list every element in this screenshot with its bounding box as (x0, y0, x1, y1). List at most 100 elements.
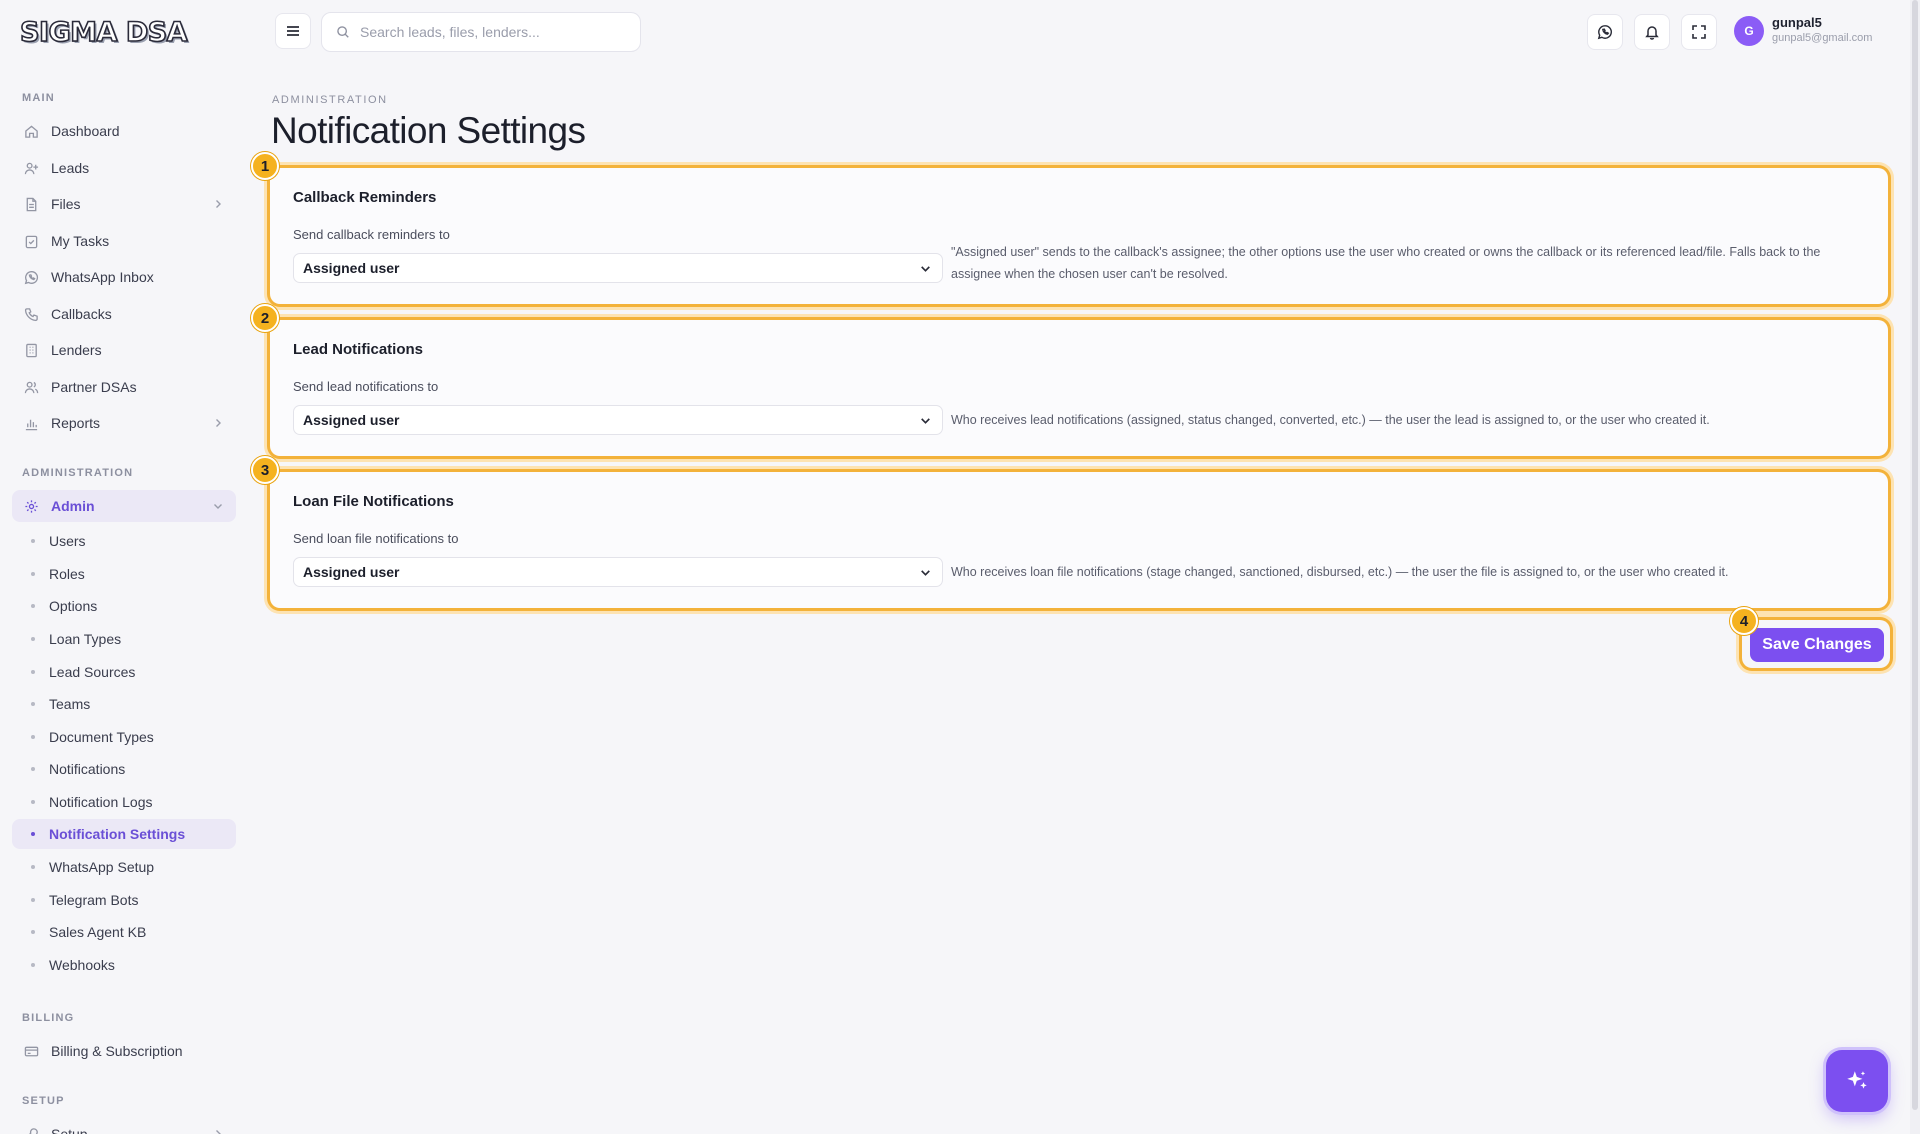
app-logo[interactable]: SIGMA DSA (19, 14, 188, 50)
bullet-dot (31, 637, 35, 641)
sidebar-subitem-teams[interactable]: Teams (12, 689, 236, 719)
sidebar-item-reports[interactable]: Reports (12, 407, 236, 439)
sidebar-subitem-document-types[interactable]: Document Types (12, 722, 236, 752)
sidebar-item-label: WhatsApp Inbox (51, 269, 154, 285)
chevron-right-icon (216, 200, 221, 208)
sidebar: SIGMA DSA MAIN Dashboard Leads Files My … (0, 0, 246, 1134)
sidebar-subitem-sales-agent-kb[interactable]: Sales Agent KB (12, 917, 236, 947)
sidebar-subitem-label: Notification Logs (49, 794, 153, 810)
fullscreen-button[interactable] (1681, 14, 1717, 50)
sidebar-item-setup[interactable]: Setup (12, 1118, 236, 1134)
sidebar-item-partner-dsas[interactable]: Partner DSAs (12, 371, 236, 403)
bar-chart-icon (23, 415, 39, 431)
step-badge: 2 (251, 304, 279, 332)
sidebar-item-label: Files (51, 196, 81, 212)
chevron-down-icon (919, 262, 932, 275)
sidebar-item-lenders[interactable]: Lenders (12, 334, 236, 366)
avatar[interactable]: G (1734, 16, 1764, 46)
chevron-right-icon (216, 419, 221, 427)
chevron-down-icon (919, 566, 932, 579)
card-title: Lead Notifications (293, 341, 424, 358)
sidebar-subitem-label: Telegram Bots (49, 892, 139, 908)
callback-recipient-select[interactable]: Assigned user (293, 253, 943, 283)
sidebar-subitem-label: Teams (49, 696, 91, 712)
sidebar-item-admin[interactable]: Admin (12, 490, 236, 522)
bullet-dot (31, 735, 35, 739)
field-help-text: Who receives loan file notifications (st… (951, 565, 1729, 579)
sidebar-subitem-label: Users (49, 533, 86, 549)
ai-assistant-button[interactable] (1826, 1050, 1888, 1112)
bullet-dot (31, 767, 35, 771)
field-help-text: "Assigned user" sends to the callback's … (951, 245, 1821, 281)
sidebar-subitem-label: Loan Types (49, 631, 122, 647)
credit-card-icon (23, 1043, 39, 1059)
field-label: Send callback reminders to (293, 227, 450, 242)
sidebar-item-label: Billing & Subscription (51, 1043, 183, 1059)
chevron-down-icon (919, 414, 932, 427)
sidebar-subitem-label: Webhooks (49, 957, 115, 973)
sidebar-subitem-whatsapp-setup[interactable]: WhatsApp Setup (12, 852, 236, 882)
bullet-dot (31, 930, 35, 934)
expand-icon (1692, 25, 1706, 39)
lead-recipient-select[interactable]: Assigned user (293, 405, 943, 435)
sidebar-item-callbacks[interactable]: Callbacks (12, 298, 236, 330)
search-input[interactable] (360, 24, 620, 40)
gear-icon (23, 498, 39, 514)
file-icon (23, 196, 39, 212)
sidebar-subitem-webhooks[interactable]: Webhooks (12, 950, 236, 980)
sidebar-subitem-notification-logs[interactable]: Notification Logs (12, 787, 236, 817)
bullet-dot (31, 832, 35, 836)
sidebar-subitem-label: Document Types (49, 729, 154, 745)
scrollbar-thumb[interactable] (1912, 0, 1918, 1110)
sidebar-item-my-tasks[interactable]: My Tasks (12, 225, 236, 257)
sidebar-item-files[interactable]: Files (12, 188, 236, 220)
sidebar-item-dashboard[interactable]: Dashboard (12, 115, 236, 147)
global-search[interactable] (321, 12, 641, 52)
whatsapp-icon (1597, 25, 1613, 40)
user-email: gunpal5@gmail.com (1772, 32, 1873, 44)
sidebar-item-billing[interactable]: Billing & Subscription (12, 1035, 236, 1067)
whatsapp-icon (23, 269, 39, 285)
loan-file-recipient-select[interactable]: Assigned user (293, 557, 943, 587)
sidebar-item-label: Setup (51, 1126, 88, 1134)
sidebar-subitem-label: WhatsApp Setup (49, 859, 155, 875)
lead-notifications-card: Lead Notifications Send lead notificatio… (270, 320, 1888, 456)
sidebar-subitem-label: Options (49, 598, 98, 614)
user-name[interactable]: gunpal5 (1772, 15, 1822, 30)
sidebar-subitem-users[interactable]: Users (12, 526, 236, 556)
hamburger-icon (287, 26, 299, 36)
menu-toggle-button[interactable] (275, 13, 311, 49)
bullet-dot (31, 800, 35, 804)
breadcrumb: ADMINISTRATION (272, 94, 388, 106)
bullet-dot (31, 865, 35, 869)
select-value: Assigned user (303, 260, 400, 276)
bullet-dot (31, 539, 35, 543)
bullet-dot (31, 898, 35, 902)
save-button[interactable]: Save Changes (1750, 628, 1884, 662)
page-scrollbar[interactable] (1910, 0, 1920, 1134)
bullet-dot (31, 604, 35, 608)
sidebar-item-label: Dashboard (51, 123, 120, 139)
sidebar-subitem-options[interactable]: Options (12, 591, 236, 621)
sidebar-item-label: My Tasks (51, 233, 110, 249)
sidebar-subitem-notification-settings[interactable]: Notification Settings (12, 819, 236, 849)
bell-icon (1645, 26, 1659, 40)
clipboard-check-icon (23, 233, 39, 249)
field-help-text: Who receives lead notifications (assigne… (951, 413, 1710, 427)
sidebar-subitem-loan-types[interactable]: Loan Types (12, 624, 236, 654)
select-value: Assigned user (303, 564, 400, 580)
card-title: Loan File Notifications (293, 493, 454, 510)
loan-file-notifications-card: Loan File Notifications Send loan file n… (270, 472, 1888, 608)
sidebar-subitem-telegram-bots[interactable]: Telegram Bots (12, 885, 236, 915)
sidebar-subitem-label: Roles (49, 566, 85, 582)
sidebar-item-whatsapp-inbox[interactable]: WhatsApp Inbox (12, 261, 236, 293)
sidebar-subitem-lead-sources[interactable]: Lead Sources (12, 657, 236, 687)
sidebar-subitem-label: Notification Settings (49, 826, 186, 842)
notifications-button[interactable] (1634, 14, 1670, 50)
sidebar-item-leads[interactable]: Leads (12, 152, 236, 184)
sidebar-subitem-notifications[interactable]: Notifications (12, 754, 236, 784)
step-badge: 4 (1730, 607, 1758, 635)
field-label: Send lead notifications to (293, 379, 439, 394)
sidebar-subitem-roles[interactable]: Roles (12, 559, 236, 589)
whatsapp-button[interactable] (1587, 14, 1623, 50)
